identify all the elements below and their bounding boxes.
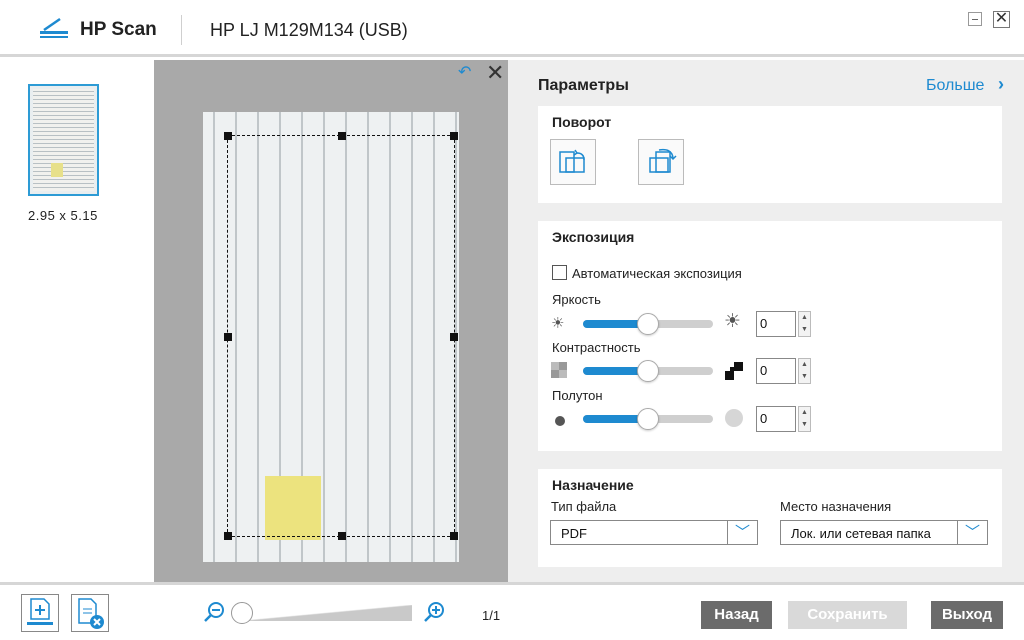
contrast-slider-thumb[interactable] — [637, 360, 659, 382]
brightness-label: Яркость — [552, 292, 601, 307]
zoom-in-icon[interactable] — [422, 600, 446, 630]
header-divider — [181, 15, 182, 45]
zoom-out-icon[interactable] — [202, 600, 226, 630]
rotation-card: Поворот — [538, 106, 1002, 203]
close-window-icon[interactable]: ✕ — [993, 11, 1010, 28]
auto-exposure-label: Автоматическая экспозиция — [572, 266, 742, 281]
chevron-down-icon[interactable]: ﹀ — [958, 520, 988, 545]
undo-rotate-icon[interactable]: ↶ — [458, 65, 476, 81]
brightness-input[interactable]: 0 — [756, 311, 796, 337]
exposure-title: Экспозиция — [552, 229, 635, 245]
contrast-high-icon — [725, 362, 743, 384]
crop-handle[interactable] — [224, 532, 232, 540]
footer-bar: 1/1 Назад Сохранить Выход — [0, 582, 1024, 640]
page-thumbnail[interactable] — [28, 84, 99, 196]
brightness-high-icon: ☀ — [724, 311, 742, 332]
halftone-stepper[interactable]: ▲ ▼ — [798, 406, 811, 432]
exposure-card: Экспозиция Автоматическая экспозиция Ярк… — [538, 221, 1002, 451]
file-type-select[interactable]: PDF — [550, 520, 728, 545]
chevron-down-icon[interactable]: ﹀ — [728, 520, 758, 545]
thumbnail-pane: 2.95 x 5.15 — [0, 60, 154, 582]
thumbnail-size: 2.95 x 5.15 — [28, 208, 98, 223]
preview-pane: ↶ ✕ — [154, 60, 508, 582]
file-type-label: Тип файла — [551, 499, 617, 514]
app-title: HP Scan — [80, 19, 157, 40]
crop-handle[interactable] — [450, 333, 458, 341]
scanner-icon — [40, 17, 68, 38]
brightness-slider-thumb[interactable] — [637, 313, 659, 335]
contrast-label: Контрастность — [552, 340, 641, 355]
halftone-small-dot-icon — [555, 414, 565, 430]
zoom-slider-thumb[interactable] — [231, 602, 253, 624]
halftone-slider-thumb[interactable] — [637, 408, 659, 430]
zoom-slider[interactable] — [240, 605, 412, 621]
crop-handle[interactable] — [450, 132, 458, 140]
page-thumbnail-image — [33, 89, 94, 191]
device-name: HP LJ M129M134 (USB) — [210, 20, 408, 40]
destination-label: Место назначения — [780, 499, 892, 514]
crop-frame[interactable] — [224, 132, 458, 540]
rotate-left-icon — [559, 149, 585, 173]
title-bar: HP Scan HP LJ M129M134 (USB) ✕ — [0, 0, 1024, 57]
halftone-label: Полутон — [552, 388, 603, 403]
crop-handle[interactable] — [338, 532, 346, 540]
add-page-button[interactable] — [21, 594, 59, 632]
rotate-left-button[interactable] — [550, 139, 596, 185]
chevron-right-icon[interactable]: › — [998, 74, 1004, 95]
settings-title: Параметры — [538, 77, 629, 94]
destination-card: Назначение Тип файла PDF ﹀ Место назначе… — [538, 469, 1002, 567]
rotate-right-button[interactable] — [638, 139, 684, 185]
crop-handle[interactable] — [224, 333, 232, 341]
save-button[interactable]: Сохранить — [788, 601, 907, 629]
destination-title: Назначение — [552, 477, 634, 493]
crop-handle[interactable] — [450, 532, 458, 540]
more-link[interactable]: Больше — [926, 77, 984, 95]
contrast-low-icon — [551, 362, 567, 382]
back-button[interactable]: Назад — [701, 601, 772, 629]
settings-pane: Параметры Больше › Поворот Экспозиция Ав… — [508, 60, 1024, 582]
exit-button[interactable]: Выход — [931, 601, 1003, 629]
halftone-input[interactable]: 0 — [756, 406, 796, 432]
contrast-input[interactable]: 0 — [756, 358, 796, 384]
rotate-right-icon — [649, 148, 677, 173]
destination-select[interactable]: Лок. или сетевая папка — [780, 520, 958, 545]
add-page-icon — [27, 598, 53, 625]
delete-page-icon — [78, 598, 104, 629]
brightness-low-icon: ☀ — [551, 315, 565, 332]
crop-handle[interactable] — [338, 132, 346, 140]
crop-handle[interactable] — [224, 132, 232, 140]
delete-page-button[interactable] — [71, 594, 109, 632]
auto-exposure-checkbox[interactable] — [552, 265, 567, 280]
brightness-stepper[interactable]: ▲ ▼ — [798, 311, 811, 337]
minimize-icon[interactable] — [968, 12, 982, 26]
halftone-large-dot-icon — [725, 409, 743, 431]
contrast-stepper[interactable]: ▲ ▼ — [798, 358, 811, 384]
rotation-title: Поворот — [552, 114, 612, 130]
close-preview-icon[interactable]: ✕ — [486, 62, 504, 84]
page-count: 1/1 — [482, 608, 501, 623]
